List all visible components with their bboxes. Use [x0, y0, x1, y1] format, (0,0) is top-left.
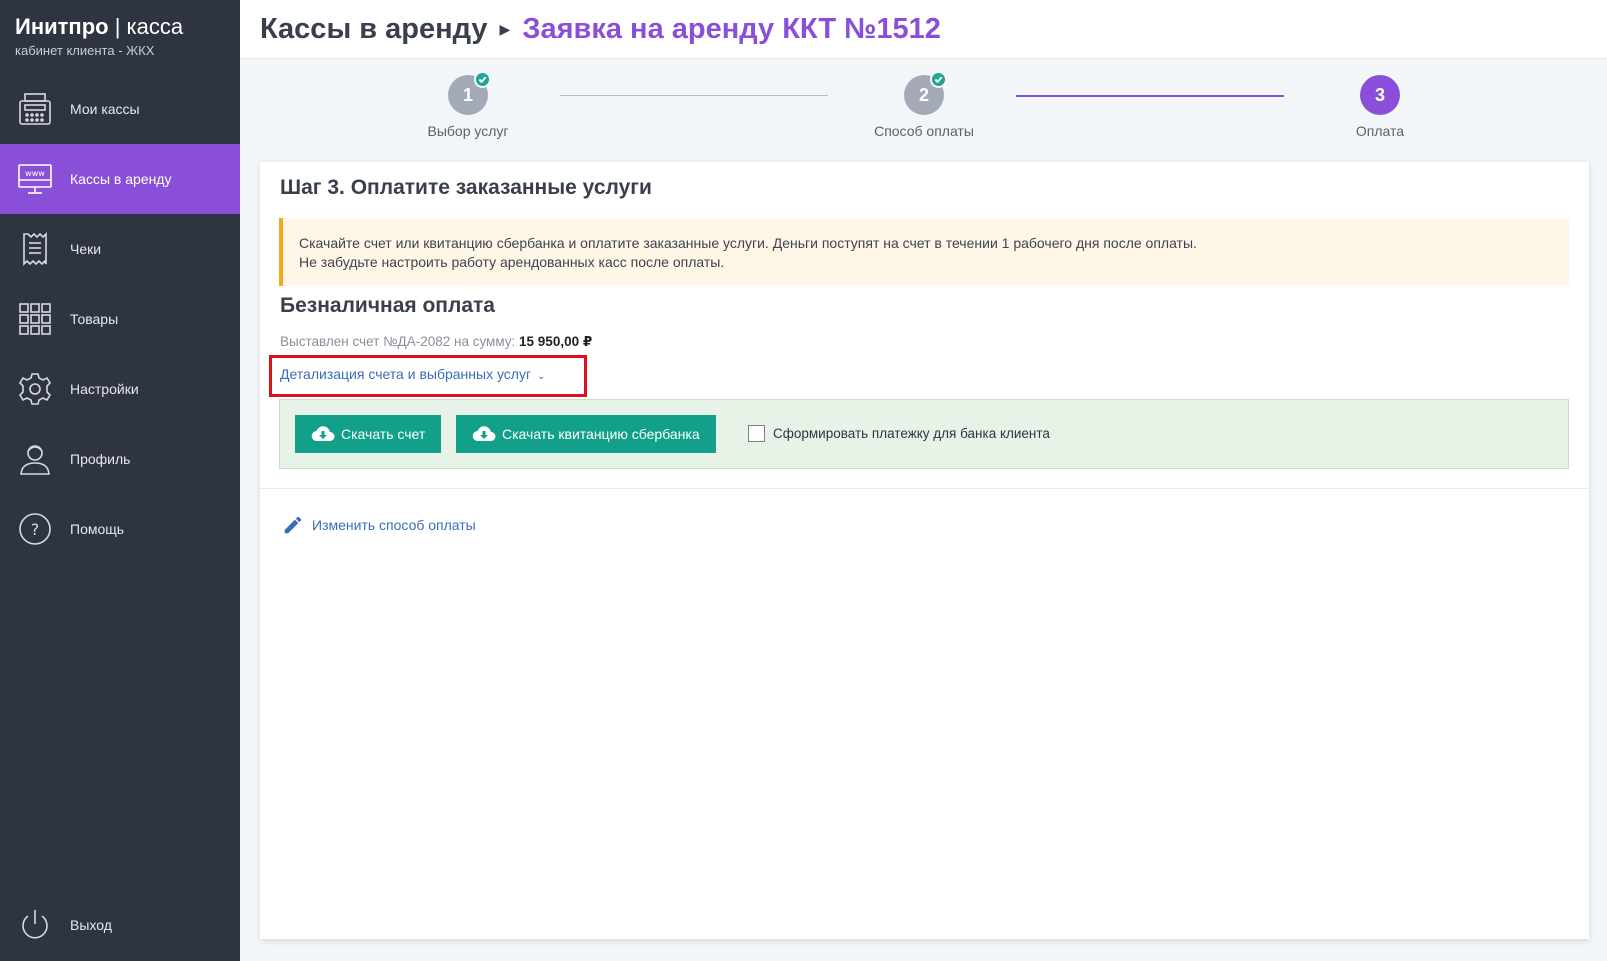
brand-product: касса [126, 14, 184, 39]
sidebar-item-label: Настройки [70, 381, 139, 397]
page-title: Заявка на аренду ККТ №1512 [522, 12, 941, 45]
brand-title: Инитпро | касса [15, 14, 183, 40]
step-number: 3 [1374, 84, 1385, 105]
step-1[interactable]: 1 Выбор услуг [398, 71, 538, 139]
sidebar-item-label: Кассы в аренду [70, 171, 172, 187]
change-payment-label: Изменить способ оплаты [312, 517, 476, 533]
www-monitor-icon: www [16, 160, 54, 198]
sidebar-item-rental-registers[interactable]: www Кассы в аренду [0, 144, 240, 214]
gear-icon [16, 370, 54, 408]
user-icon [16, 440, 54, 478]
stepper: 1 Выбор услуг 2 Способ оплаты 3 Оплата [240, 59, 1607, 159]
invoice-amount: 15 950,00 ₽ [519, 334, 593, 349]
notice-line: Скачайте счет или квитанцию сбербанка и … [299, 235, 1197, 251]
cloud-download-icon [311, 426, 335, 442]
receipt-icon [16, 230, 54, 268]
client-bank-payment-checkbox[interactable] [748, 425, 765, 442]
download-actions-panel: Скачать счет Скачать квитанцию сбербанка… [279, 399, 1569, 469]
step-label: Способ оплаты [874, 123, 974, 139]
sidebar-item-label: Мои кассы [70, 101, 140, 117]
cash-register-icon [16, 90, 54, 128]
help-icon: ? [16, 510, 54, 548]
sidebar-item-label: Помощь [70, 521, 125, 537]
download-sberbank-receipt-button[interactable]: Скачать квитанцию сбербанка [456, 415, 716, 453]
download-invoice-button[interactable]: Скачать счет [295, 415, 442, 453]
download-receipt-label: Скачать квитанцию сбербанка [502, 426, 700, 442]
step-label: Оплата [1355, 123, 1405, 139]
step-circle-active: 3 [1360, 75, 1400, 115]
sidebar-item-profile[interactable]: Профиль [0, 424, 240, 494]
logout-button[interactable]: Выход [16, 899, 112, 951]
step-title: Шаг 3. Оплатите заказанные услуги [280, 176, 652, 199]
step-2[interactable]: 2 Способ оплаты [854, 71, 994, 139]
sidebar-item-my-registers[interactable]: Мои кассы [0, 74, 240, 144]
section-title: Безналичная оплата [280, 294, 495, 317]
step-circle: 2 [904, 71, 947, 115]
chevron-down-icon: ⌄ [537, 371, 546, 382]
grid-icon [16, 300, 54, 338]
sidebar-nav: Мои кассы www Кассы в аренду Чеки Товары… [0, 74, 240, 564]
invoice-details-label: Детализация счета и выбранных услуг [280, 366, 532, 382]
change-payment-method-link[interactable]: Изменить способ оплаты [282, 514, 476, 536]
sidebar-item-label: Профиль [70, 451, 131, 467]
step-number: 2 [918, 84, 929, 105]
sidebar-item-label: Товары [70, 311, 119, 327]
logout-label: Выход [70, 917, 112, 933]
sidebar-item-label: Чеки [70, 241, 102, 257]
page-header: Кассы в аренду ▶ Заявка на аренду ККТ №1… [240, 0, 1607, 59]
breadcrumb-rental-registers[interactable]: Кассы в аренду [260, 13, 488, 46]
invoice-summary: Выставлен счет №ДА-2082 на сумму: 15 950… [280, 334, 592, 350]
notice-banner: Скачайте счет или квитанцию сбербанка и … [279, 218, 1569, 286]
brand-logo[interactable]: Инитпро | касса кабинет клиента - ЖКХ [15, 14, 183, 58]
sidebar-item-help[interactable]: ? Помощь [0, 494, 240, 564]
notice-line: Не забудьте настроить работу арендованны… [299, 254, 725, 270]
pencil-icon [284, 516, 302, 534]
sidebar-item-settings[interactable]: Настройки [0, 354, 240, 424]
brand-subtitle: кабинет клиента - ЖКХ [15, 43, 155, 58]
breadcrumb-separator-icon: ▶ [499, 20, 511, 37]
sidebar: Инитпро | касса кабинет клиента - ЖКХ Мо… [0, 0, 240, 961]
sidebar-item-receipts[interactable]: Чеки [0, 214, 240, 284]
invoice-details-link[interactable]: Детализация счета и выбранных услуг ⌄ [280, 366, 545, 382]
brand-name: Инитпро [15, 14, 109, 39]
check-icon [930, 71, 947, 88]
sidebar-item-products[interactable]: Товары [0, 284, 240, 354]
step-connector [1016, 95, 1284, 97]
payment-card: Шаг 3. Оплатите заказанные услуги Скачай… [260, 162, 1589, 939]
svg-text:?: ? [31, 520, 40, 539]
divider [260, 488, 1589, 489]
step-circle: 1 [448, 71, 491, 115]
invoice-prefix: Выставлен счет №ДА-2082 на сумму: [280, 334, 516, 349]
cloud-download-icon [472, 426, 496, 442]
download-invoice-label: Скачать счет [341, 426, 426, 442]
check-icon [474, 71, 491, 88]
step-number: 1 [462, 84, 473, 105]
step-label: Выбор услуг [427, 123, 509, 139]
power-icon [16, 906, 54, 944]
checkbox-label[interactable]: Сформировать платежку для банка клиента [773, 426, 1050, 441]
brand-separator: | [114, 14, 121, 39]
step-connector [560, 95, 828, 96]
step-3: 3 Оплата [1310, 75, 1450, 139]
svg-text:www: www [25, 169, 45, 178]
